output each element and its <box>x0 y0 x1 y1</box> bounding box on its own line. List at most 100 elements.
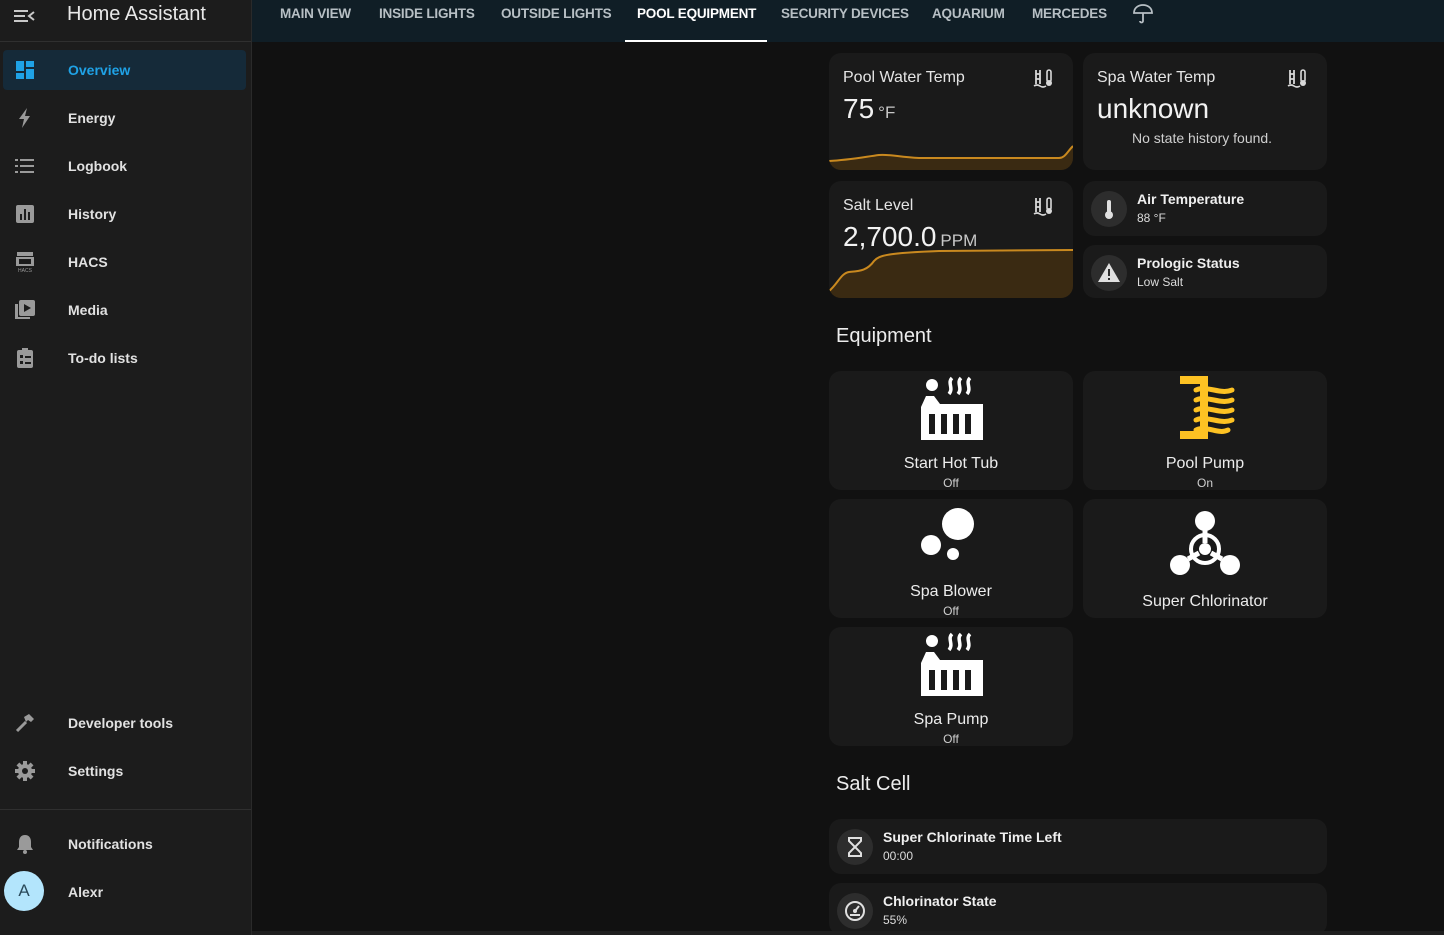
unit-text: °F <box>878 103 896 122</box>
tab-security-devices[interactable]: SECURITY DEVICES <box>781 6 909 21</box>
super-chlorinate-time-row[interactable]: Super Chlorinate Time Left 00:00 <box>829 819 1327 874</box>
salt-cell-heading: Salt Cell <box>836 773 911 795</box>
card-title: Spa Water Temp <box>1097 69 1216 86</box>
spa-blower-button[interactable]: Spa Blower Off <box>829 499 1073 618</box>
pool-water-temp-card[interactable]: Pool Water Temp 75 °F <box>829 53 1073 170</box>
tab-mercedes[interactable]: MERCEDES <box>1032 6 1107 21</box>
button-name: Super Chlorinator <box>1142 593 1268 610</box>
hourglass-icon <box>837 829 873 865</box>
sidebar: Home Assistant Overview Energy Logbook H… <box>0 0 252 935</box>
button-state: On <box>1196 476 1213 490</box>
menu-toggle-icon[interactable] <box>12 4 38 26</box>
umbrella-icon[interactable] <box>1132 3 1154 25</box>
sidebar-item-label: Media <box>68 302 108 318</box>
tab-aquarium[interactable]: AQUARIUM <box>932 6 1005 21</box>
chart-icon <box>14 203 36 225</box>
sidebar-item-logbook[interactable]: Logbook <box>3 146 246 186</box>
tab-inside-lights[interactable]: INSIDE LIGHTS <box>379 6 475 21</box>
sidebar-item-todo[interactable]: To-do lists <box>3 338 246 378</box>
card-title: Salt Level <box>843 197 914 214</box>
sidebar-item-label: Energy <box>68 110 116 126</box>
entity-state: 00:00 <box>883 849 914 863</box>
tab-main-view[interactable]: MAIN VIEW <box>280 6 351 21</box>
pool-temp-graph <box>829 145 1073 170</box>
salt-level-card[interactable]: Salt Level 2,700.0 PPM <box>829 181 1073 298</box>
sidebar-item-settings[interactable]: Settings <box>3 751 246 791</box>
dashboard-icon <box>14 59 36 81</box>
sidebar-item-history[interactable]: History <box>3 194 246 234</box>
media-icon <box>14 299 36 321</box>
super-chlorinator-button[interactable]: Super Chlorinator <box>1083 499 1327 618</box>
entity-name: Super Chlorinate Time Left <box>883 829 1062 845</box>
entity-state: 88 °F <box>1137 211 1166 225</box>
pool-thermometer-icon <box>1033 67 1055 89</box>
pool-temp-value: 75 °F <box>843 93 895 125</box>
sidebar-item-label: Logbook <box>68 158 128 174</box>
tab-outside-lights[interactable]: OUTSIDE LIGHTS <box>501 6 612 21</box>
sidebar-item-label: History <box>68 206 117 222</box>
air-temperature-row[interactable]: Air Temperature 88 °F <box>1083 181 1327 236</box>
entity-name: Air Temperature <box>1137 191 1245 207</box>
entity-state: 55% <box>883 913 908 927</box>
button-state: Off <box>943 476 959 490</box>
gear-icon <box>14 760 36 782</box>
sidebar-item-label: Developer tools <box>68 715 174 731</box>
card-title: Pool Water Temp <box>843 69 965 86</box>
biohazard-icon <box>1168 509 1242 584</box>
top-bar: MAIN VIEW INSIDE LIGHTS OUTSIDE LIGHTS P… <box>252 0 1444 42</box>
prologic-status-row[interactable]: Prologic Status Low Salt <box>1083 245 1327 298</box>
sidebar-divider <box>0 809 251 810</box>
bubbles-icon <box>916 504 986 571</box>
sidebar-item-label: To-do lists <box>68 350 138 366</box>
no-history-note: No state history found. <box>1132 130 1273 146</box>
sidebar-item-label: Overview <box>68 62 131 78</box>
entity-name: Chlorinator State <box>883 893 997 909</box>
entity-name: Prologic Status <box>1137 255 1240 271</box>
sidebar-item-hacs[interactable]: HACS HACS <box>3 242 246 282</box>
hot-tub-icon <box>916 376 986 447</box>
hammer-icon <box>14 712 36 734</box>
bell-icon <box>14 833 36 855</box>
user-name: Alexr <box>68 884 104 900</box>
sidebar-item-label: HACS <box>68 254 108 270</box>
pool-thermometer-icon <box>1033 195 1055 217</box>
sidebar-item-notifications[interactable]: Notifications <box>3 824 246 864</box>
hot-tub-icon <box>916 632 986 703</box>
equipment-heading: Equipment <box>836 325 932 347</box>
tab-pool-equipment[interactable]: POOL EQUIPMENT <box>637 6 756 21</box>
button-name: Spa Pump <box>913 711 989 728</box>
sidebar-item-overview[interactable]: Overview <box>3 50 246 90</box>
sidebar-item-energy[interactable]: Energy <box>3 98 246 138</box>
clipboard-icon <box>14 347 36 369</box>
list-icon <box>14 155 36 177</box>
spa-temp-value: unknown <box>1097 93 1210 124</box>
chlorinator-state-row[interactable]: Chlorinator State 55% <box>829 883 1327 935</box>
sidebar-item-developer-tools[interactable]: Developer tools <box>3 703 246 743</box>
window-bottom-edge <box>252 931 1444 935</box>
button-name: Start Hot Tub <box>903 455 999 472</box>
entity-state: Low Salt <box>1137 275 1184 289</box>
pump-icon <box>1170 373 1240 448</box>
button-name: Spa Blower <box>910 583 992 600</box>
sidebar-item-label: Notifications <box>68 836 153 852</box>
pool-thermometer-icon <box>1287 67 1309 89</box>
spa-water-temp-card[interactable]: Spa Water Temp unknown No state history … <box>1083 53 1327 170</box>
avatar[interactable]: A <box>4 871 44 911</box>
svg-text:HACS: HACS <box>18 268 33 273</box>
alert-icon <box>1091 255 1127 291</box>
button-name: Pool Pump <box>1165 455 1245 472</box>
button-state: Off <box>943 732 959 746</box>
lightning-icon <box>14 107 36 129</box>
pool-pump-button[interactable]: Pool Pump On <box>1083 371 1327 490</box>
hacs-icon: HACS <box>14 251 36 274</box>
salt-level-graph <box>829 249 1073 298</box>
button-state: Off <box>943 604 959 618</box>
app-title: Home Assistant <box>67 3 206 25</box>
sidebar-item-media[interactable]: Media <box>3 290 246 330</box>
start-hot-tub-button[interactable]: Start Hot Tub Off <box>829 371 1073 490</box>
sidebar-header: Home Assistant <box>0 0 251 42</box>
value-text: 75 <box>843 93 875 124</box>
gauge-icon <box>837 893 873 929</box>
spa-pump-button[interactable]: Spa Pump Off <box>829 627 1073 746</box>
active-tab-indicator <box>625 40 767 42</box>
